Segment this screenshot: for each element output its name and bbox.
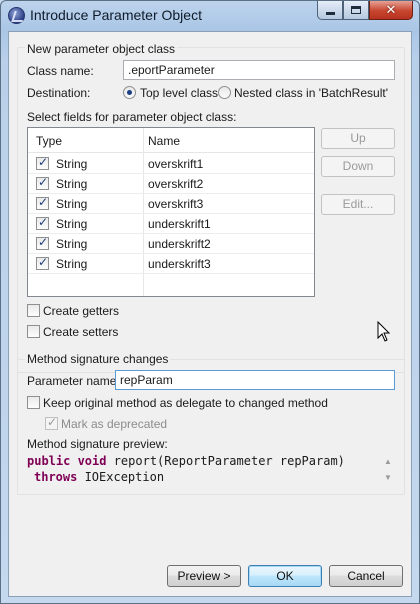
dialog-window: Introduce Parameter Object ✕ New paramet…: [0, 0, 420, 604]
eclipse-app-icon: [8, 7, 25, 24]
name-column-header[interactable]: Name: [148, 134, 180, 148]
table-row[interactable]: String underskrift2: [28, 234, 314, 254]
scroll-down-icon[interactable]: ▼: [384, 473, 392, 482]
row-name: underskrift2: [148, 237, 211, 251]
row-name: overskrift1: [148, 157, 204, 171]
table-header: Type Name: [28, 128, 314, 153]
create-setters-checkbox[interactable]: [27, 325, 40, 338]
mark-deprecated-checkbox[interactable]: [45, 415, 58, 430]
row-type: String: [56, 157, 88, 171]
close-icon: ✕: [385, 2, 397, 18]
table-empty-row: [28, 274, 314, 294]
method-signature-section-label: Method signature changes: [25, 352, 171, 366]
signature-preview-text: public void report(ReportParameter repPa…: [27, 453, 383, 489]
row-checkbox[interactable]: [36, 195, 49, 210]
cancel-button[interactable]: Cancel: [329, 565, 403, 587]
row-checkbox[interactable]: [36, 255, 49, 270]
window-title: Introduce Parameter Object: [30, 7, 202, 23]
ok-button[interactable]: OK: [248, 565, 322, 587]
row-name: overskrift3: [148, 197, 204, 211]
preview-scrollbar[interactable]: ▲ ▼: [382, 453, 394, 489]
close-button[interactable]: ✕: [369, 1, 413, 20]
code-exception: IOException: [77, 470, 165, 484]
nested-class-radio-label[interactable]: Nested class in 'BatchResult': [234, 86, 388, 100]
fields-label: Select fields for parameter object class…: [27, 110, 237, 124]
row-checkbox[interactable]: [36, 175, 49, 190]
scroll-up-icon[interactable]: ▲: [384, 457, 392, 466]
table-row[interactable]: String underskrift3: [28, 254, 314, 274]
minimize-button[interactable]: [317, 1, 343, 20]
parameter-name-label: Parameter name:: [27, 374, 120, 388]
maximize-button[interactable]: [343, 1, 369, 20]
create-getters-label[interactable]: Create getters: [43, 304, 119, 318]
minimize-icon: [325, 12, 335, 15]
row-type: String: [56, 217, 88, 231]
down-button[interactable]: Down: [321, 156, 395, 177]
up-button[interactable]: Up: [321, 128, 395, 149]
new-class-section-label: New parameter object class: [25, 42, 178, 56]
row-name: underskrift1: [148, 217, 211, 231]
keep-original-checkbox[interactable]: [27, 396, 40, 409]
code-keyword-public-void: public void: [27, 454, 107, 468]
code-line-2: throws IOException: [27, 469, 383, 485]
top-level-radio-label[interactable]: Top level class: [140, 86, 218, 100]
signature-preview-label: Method signature preview:: [27, 437, 168, 451]
row-checkbox[interactable]: [36, 215, 49, 230]
title-bar[interactable]: Introduce Parameter Object ✕: [1, 1, 419, 31]
code-keyword-throws: throws: [34, 470, 78, 484]
destination-label: Destination:: [27, 86, 91, 100]
class-name-label: Class name:: [27, 64, 94, 78]
code-line-1: public void report(ReportParameter repPa…: [27, 453, 383, 469]
row-type: String: [56, 197, 88, 211]
row-type: String: [56, 237, 88, 251]
row-name: overskrift2: [148, 177, 204, 191]
type-column-header[interactable]: Type: [36, 134, 62, 148]
mark-deprecated-label[interactable]: Mark as deprecated: [61, 417, 167, 431]
row-type: String: [56, 257, 88, 271]
mouse-cursor-icon: [377, 321, 391, 342]
table-row[interactable]: String underskrift1: [28, 214, 314, 234]
parameter-name-input[interactable]: repParam: [115, 370, 395, 390]
top-level-radio[interactable]: [123, 86, 136, 99]
maximize-icon: [351, 6, 361, 14]
row-checkbox[interactable]: [36, 155, 49, 170]
nested-class-radio[interactable]: [218, 86, 231, 99]
class-name-input[interactable]: .eportParameter: [123, 60, 395, 80]
table-row[interactable]: String overskrift3: [28, 194, 314, 214]
table-row[interactable]: String overskrift1: [28, 154, 314, 174]
table-row[interactable]: String overskrift2: [28, 174, 314, 194]
row-name: underskrift3: [148, 257, 211, 271]
create-setters-label[interactable]: Create setters: [43, 325, 118, 339]
fields-table[interactable]: Type Name String overskrift1 String over…: [27, 127, 315, 297]
row-checkbox[interactable]: [36, 235, 49, 250]
edit-button[interactable]: Edit...: [321, 194, 395, 215]
code-method-signature: report(ReportParameter repParam): [106, 454, 345, 468]
create-getters-checkbox[interactable]: [27, 304, 40, 317]
preview-button[interactable]: Preview >: [167, 565, 241, 587]
window-controls: ✕: [317, 1, 413, 21]
row-type: String: [56, 177, 88, 191]
keep-original-label[interactable]: Keep original method as delegate to chan…: [43, 396, 328, 410]
